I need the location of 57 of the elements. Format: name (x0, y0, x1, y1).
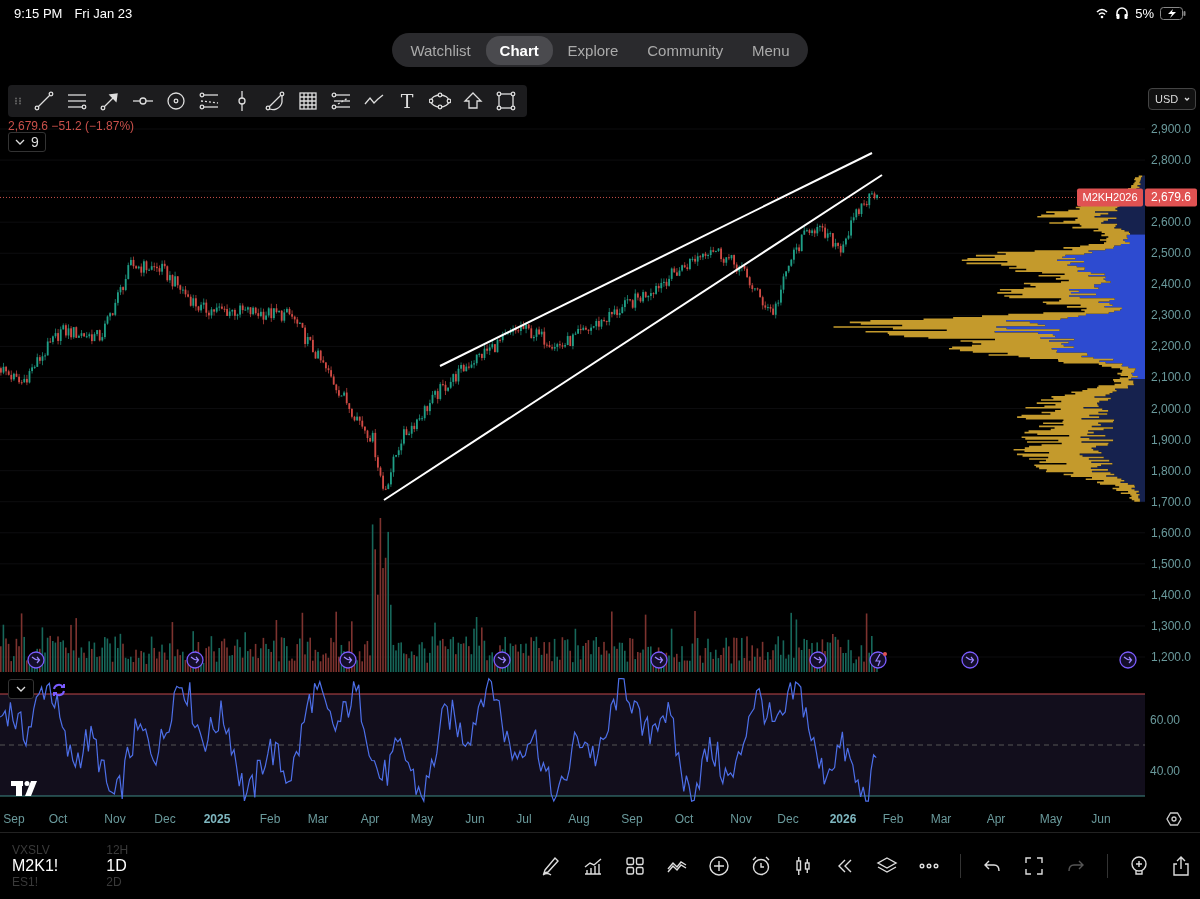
price-change: 2,679.6 −51.2 (−1.87%) (8, 119, 135, 133)
battery-percent: 5% (1135, 5, 1154, 21)
time-label: Jun (465, 812, 485, 826)
time-label: Jul (516, 812, 532, 826)
price-tick: 1,500.0 (1150, 556, 1191, 571)
price-tick: 2,900.0 (1150, 122, 1191, 136)
price-tick: 1,700.0 (1150, 494, 1191, 509)
text-tool[interactable]: T (396, 90, 418, 112)
time-label: Feb (259, 812, 281, 826)
time-label: Mar (930, 812, 952, 826)
time-label: Apr (986, 812, 1006, 826)
price-tick: 2,500.0 (1150, 246, 1191, 261)
nav-tab[interactable]: Watchlist (396, 35, 485, 65)
price-tick: 2,100.0 (1150, 370, 1191, 385)
price-tick: 1,900.0 (1150, 432, 1191, 447)
price-tick: 2,000.0 (1150, 401, 1191, 416)
price-tick: 2,600.0 (1150, 215, 1191, 230)
time-label: Nov (730, 812, 752, 826)
time-label: Dec (154, 812, 176, 826)
time-label: Sep (621, 812, 643, 826)
symbol-option[interactable]: M2K1! (12, 857, 59, 875)
time-label: May (1039, 812, 1063, 826)
price-tick: 2,400.0 (1150, 277, 1191, 292)
symbol-label: M2KH2026 (1077, 188, 1143, 207)
time-label: May (410, 812, 434, 826)
nav-tab[interactable]: Chart (485, 35, 553, 65)
time-label: Oct (674, 812, 694, 826)
time-label: 2026 (829, 812, 857, 826)
nav-tab[interactable]: Community (633, 35, 738, 65)
interval-option[interactable]: 1D (106, 857, 129, 875)
price-tick: 2,300.0 (1150, 308, 1191, 323)
time-label: Aug (568, 812, 590, 826)
price-tick: 1,200.0 (1150, 650, 1191, 664)
status-date: Fri Jan 23 (74, 5, 133, 21)
price-tick: 2,200.0 (1150, 339, 1191, 354)
nav-tab[interactable]: Menu (738, 35, 804, 65)
time-label: 2025 (203, 812, 231, 826)
time-label: Nov (104, 812, 126, 826)
status-time: 9:15 PM (14, 5, 63, 21)
price-label: 2,679.6 (1145, 188, 1197, 207)
price-tick: 1,600.0 (1150, 525, 1191, 540)
price-tick: 2,800.0 (1150, 153, 1191, 168)
indicators-toggle[interactable]: 9 (8, 132, 46, 152)
rsi-tick: 40.00 (1149, 763, 1180, 778)
price-tick: 1,400.0 (1150, 587, 1191, 602)
price-tick: 1,300.0 (1150, 618, 1191, 633)
nav-tab[interactable]: Explore (553, 35, 633, 65)
time-label: Mar (307, 812, 329, 826)
time-label: Dec (777, 812, 799, 826)
time-label: Jun (1091, 812, 1111, 826)
currency-dropdown[interactable]: USD (1148, 88, 1196, 110)
rsi-tick: 60.00 (1149, 712, 1180, 727)
time-label: Feb (882, 812, 904, 826)
time-label: Sep (3, 812, 25, 826)
time-label: Oct (48, 812, 68, 826)
price-tick: 1,800.0 (1150, 463, 1191, 478)
time-label: Apr (360, 812, 380, 826)
